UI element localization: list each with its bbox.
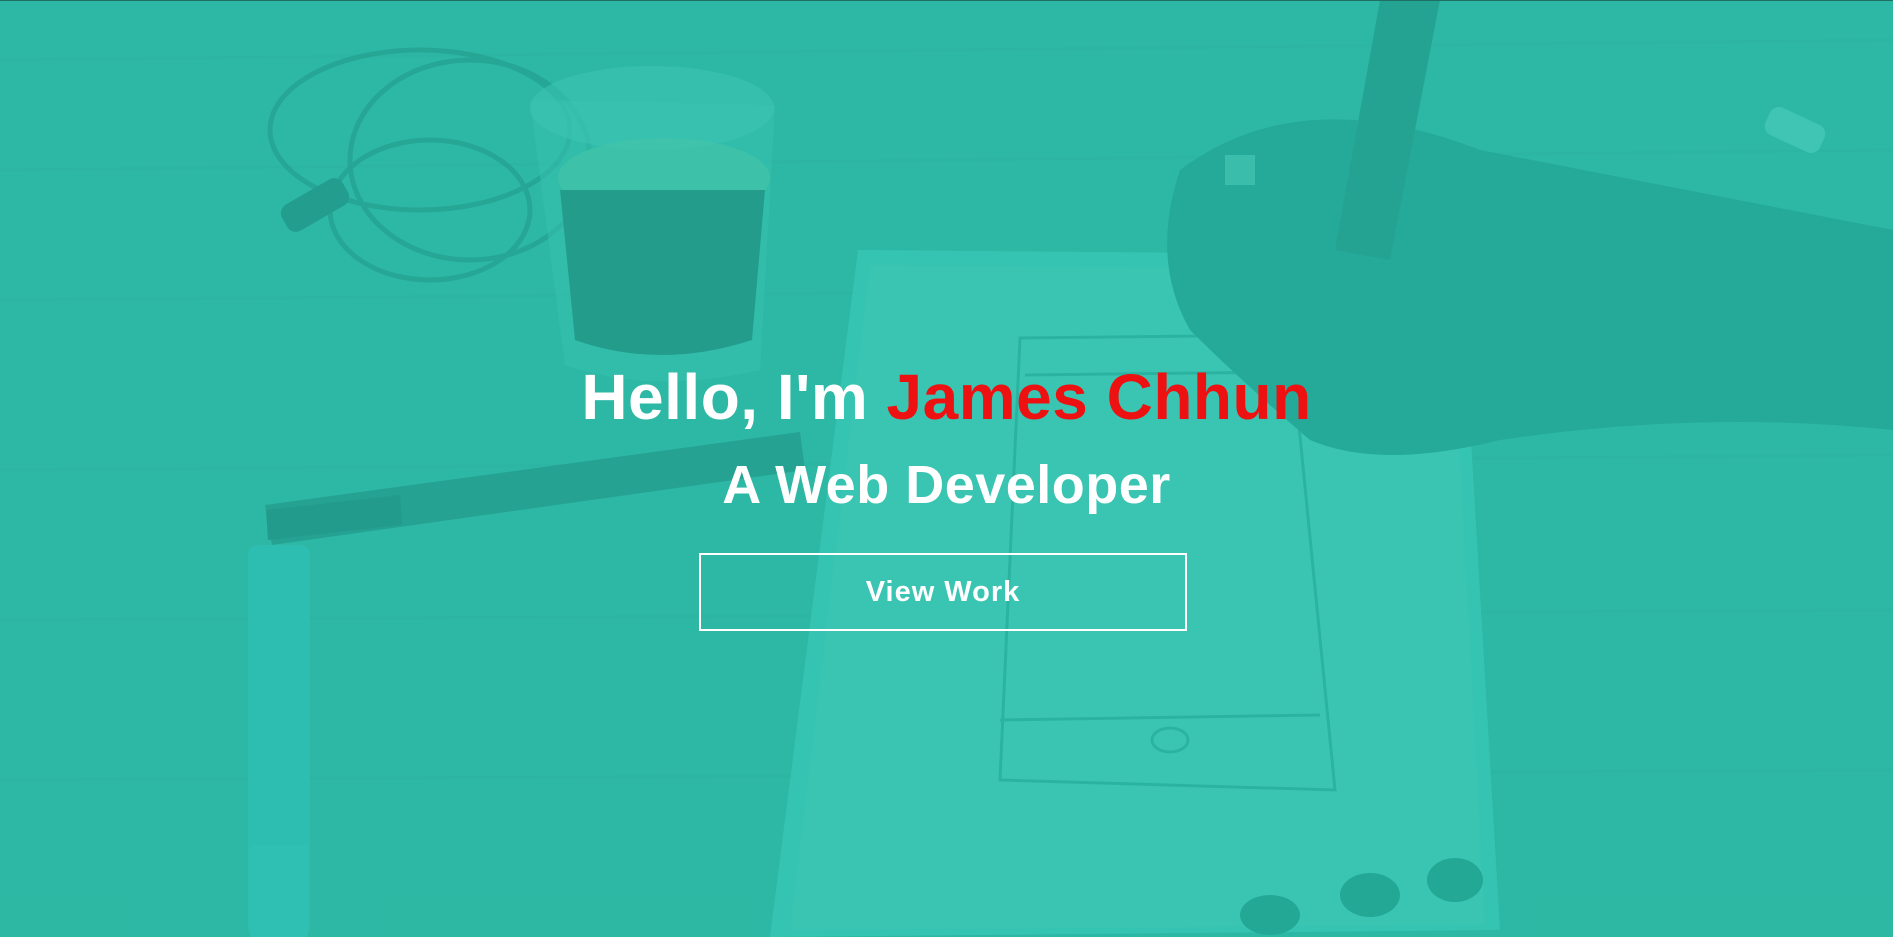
greeting-text: Hello, I'm xyxy=(581,361,887,433)
hero-content: Hello, I'm James Chhun A Web Developer V… xyxy=(0,0,1893,937)
hero-tagline: A Web Developer xyxy=(722,455,1171,515)
name-text: James Chhun xyxy=(886,361,1312,433)
view-work-button[interactable]: View Work xyxy=(699,553,1187,631)
hero-headline: Hello, I'm James Chhun xyxy=(0,358,1893,436)
hero-section: Hello, I'm James Chhun A Web Developer V… xyxy=(0,0,1893,937)
